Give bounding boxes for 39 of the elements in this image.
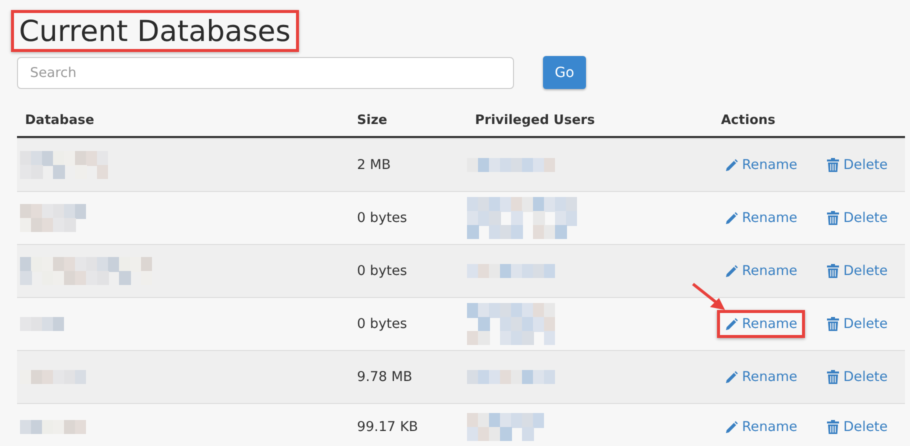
table-cell: 0 bytes xyxy=(357,263,408,279)
trash-icon xyxy=(827,317,840,331)
trash-icon xyxy=(827,420,840,434)
column-header: Privileged Users xyxy=(474,112,596,128)
column-header: Size xyxy=(356,112,388,128)
table-cell: 99.17 KB xyxy=(357,419,418,435)
go-button[interactable]: Go xyxy=(543,56,586,89)
rename-link[interactable]: Rename xyxy=(717,204,806,232)
column-header: Database xyxy=(24,112,96,128)
pencil-icon xyxy=(725,370,738,384)
trash-icon xyxy=(827,158,840,172)
rename-link[interactable]: Rename xyxy=(717,413,806,441)
trash-icon xyxy=(827,370,840,384)
delete-link[interactable]: Delete xyxy=(819,204,896,232)
pencil-icon xyxy=(725,318,738,330)
table-cell: 0 bytes xyxy=(357,210,408,226)
page-title: Current Databases xyxy=(11,10,299,52)
column-header: Actions xyxy=(720,112,776,128)
trash-icon xyxy=(827,211,840,225)
rename-link[interactable]: Rename xyxy=(717,363,806,391)
rename-link[interactable]: Rename xyxy=(717,257,806,285)
rename-link[interactable]: Rename xyxy=(717,310,806,338)
delete-link[interactable]: Delete xyxy=(819,310,896,338)
delete-link[interactable]: Delete xyxy=(819,151,896,179)
table-cell: 9.78 MB xyxy=(357,369,412,385)
rename-link[interactable]: Rename xyxy=(717,151,806,179)
redacted-mosaic xyxy=(20,420,86,434)
pencil-icon xyxy=(725,158,738,172)
pencil-icon xyxy=(725,264,738,278)
search-field[interactable]: Search xyxy=(17,56,514,88)
table-cell: 2 MB xyxy=(357,157,391,173)
redacted-mosaic xyxy=(20,317,64,331)
redacted-mosaic xyxy=(20,204,86,232)
trash-icon xyxy=(827,264,840,278)
delete-link[interactable]: Delete xyxy=(819,413,896,441)
delete-link[interactable]: Delete xyxy=(819,257,896,285)
pencil-icon xyxy=(725,212,738,224)
table-cell: 0 bytes xyxy=(357,316,408,332)
delete-link[interactable]: Delete xyxy=(819,363,896,391)
